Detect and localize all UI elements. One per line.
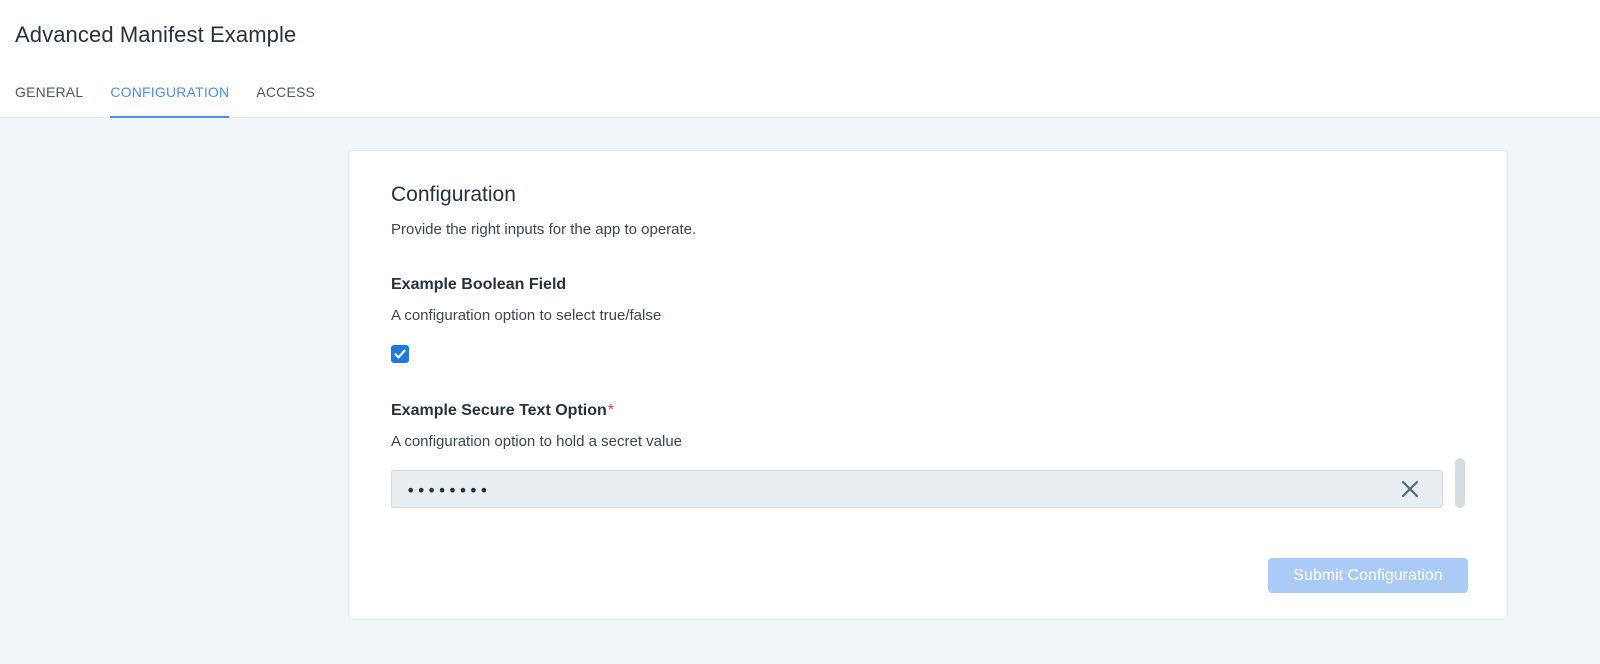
checkmark-icon bbox=[394, 349, 406, 359]
secure-text-value: •••••••• bbox=[406, 481, 490, 500]
section-subtitle: Provide the right inputs for the app to … bbox=[391, 221, 697, 238]
submit-configuration-button[interactable]: Submit Configuration bbox=[1268, 558, 1468, 593]
secure-text-input[interactable]: •••••••• bbox=[391, 470, 1443, 508]
app-header: Advanced Manifest Example GENERAL CONFIG… bbox=[0, 0, 1600, 118]
boolean-field-checkbox[interactable] bbox=[391, 345, 409, 363]
configuration-card: Configuration Provide the right inputs f… bbox=[348, 150, 1508, 620]
tab-bar: GENERAL CONFIGURATION ACCESS bbox=[15, 84, 342, 118]
boolean-field-description: A configuration option to select true/fa… bbox=[391, 307, 662, 324]
tab-general[interactable]: GENERAL bbox=[15, 84, 83, 118]
tab-configuration[interactable]: CONFIGURATION bbox=[110, 84, 230, 118]
resize-handle[interactable] bbox=[1455, 458, 1465, 508]
required-marker: * bbox=[607, 402, 614, 419]
close-icon[interactable] bbox=[1400, 479, 1420, 499]
secure-field-description: A configuration option to hold a secret … bbox=[391, 433, 683, 450]
page-title: Advanced Manifest Example bbox=[15, 22, 297, 47]
boolean-field-label: Example Boolean Field bbox=[391, 276, 567, 293]
secure-field-label-text: Example Secure Text Option bbox=[391, 402, 607, 419]
section-title: Configuration bbox=[391, 183, 516, 206]
tab-access[interactable]: ACCESS bbox=[256, 84, 315, 118]
secure-field-label: Example Secure Text Option* bbox=[391, 402, 614, 420]
